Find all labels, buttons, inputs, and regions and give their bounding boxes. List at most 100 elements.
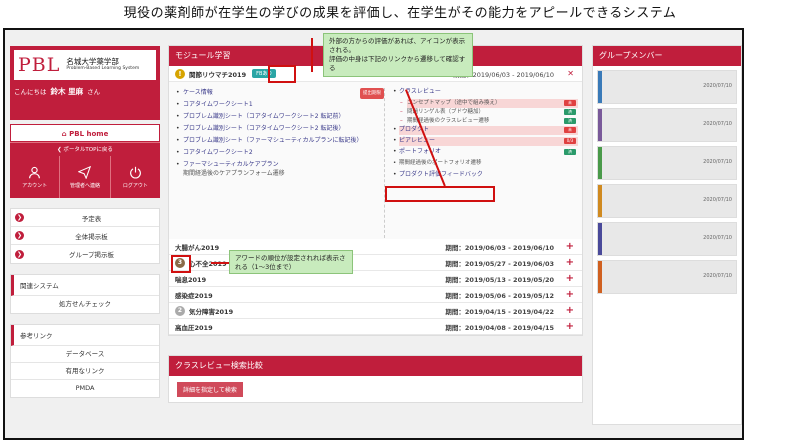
link-pmda[interactable]: PMDA	[11, 380, 159, 397]
account-actions: アカウント 管理者へ連絡 ログアウト	[10, 156, 160, 198]
chevron-right-icon: ❯	[15, 249, 24, 259]
status-badge: 0/3	[564, 138, 576, 144]
link-portfolio-after[interactable]: 期間経過後のポートフォリオ遷移	[393, 159, 578, 168]
nav-item-group-board[interactable]: ❯ グループ掲示板	[11, 245, 159, 263]
product-feedback-highlight	[385, 186, 495, 202]
nav-label: 予定表	[81, 214, 102, 223]
related-system-section: 関連システム 処方せんチェック	[10, 274, 160, 314]
member-card[interactable]: 2020/07/10	[597, 184, 737, 218]
reference-links-section: 参考リンク データベース 有用なリンク PMDA	[10, 324, 160, 398]
sidebar: PBL 名城大学薬学部 Problem-Based Learning Syste…	[10, 46, 160, 398]
member-card[interactable]: 2020/07/10	[597, 108, 737, 142]
status-badge: 済	[564, 149, 576, 155]
section-title: 関連システム	[11, 275, 159, 296]
link-prescription-check[interactable]: 処方せんチェック	[11, 296, 159, 313]
module-period: 期間：2019/05/27 - 2019/06/03	[445, 259, 554, 268]
link-label: ポートフォリオ	[399, 148, 442, 155]
award-rank-icon: 2	[175, 305, 185, 316]
expand-icon[interactable]: +	[566, 257, 574, 268]
status-badge: 未	[564, 100, 576, 106]
logout-button[interactable]: ログアウト	[111, 156, 160, 198]
app-frame: PBL 名城大学薬学部 Problem-Based Learning Syste…	[3, 28, 744, 440]
member-card[interactable]: 2020/07/10	[597, 222, 737, 256]
member-color-bar	[598, 71, 602, 103]
contact-admin-button[interactable]: 管理者へ連絡	[60, 156, 111, 198]
member-date: 2020/07/10	[703, 235, 732, 241]
logout-label: ログアウト	[122, 182, 148, 189]
link-concept-map[interactable]: コンセプトマップ（途中で組み換え） 未	[400, 99, 578, 108]
module-row[interactable]: 2 気分障害2019 期間：2019/04/15 - 2019/04/22 +	[169, 303, 582, 319]
module-title: 高血圧2019	[175, 323, 213, 332]
module-title: 気分障害2019	[189, 307, 234, 316]
detailed-search-button[interactable]: 詳細を指定して検索	[177, 382, 243, 397]
close-icon[interactable]: ✕	[567, 69, 574, 78]
member-color-bar	[598, 185, 602, 217]
module-period: 期間：2019/04/15 - 2019/04/22	[445, 307, 554, 316]
link-useful[interactable]: 有用なリンク	[11, 363, 159, 380]
page-title: 現役の薬剤師が在学生の学びの成果を評価し、在学生がその能力をアピールできるシステ…	[123, 6, 677, 21]
user-name: 鈴木 里麻	[50, 87, 84, 96]
logo-subtitle: Problem-Based Learning System	[66, 65, 140, 71]
link-class-review[interactable]: クラスレビュー	[393, 88, 578, 97]
account-button[interactable]: アカウント	[10, 156, 61, 198]
home-icon: ⌂	[61, 130, 67, 138]
expand-icon[interactable]: +	[566, 321, 574, 332]
portal-top-button[interactable]: ❮ ポータルTOPに戻る	[10, 142, 160, 156]
callout-connector	[211, 262, 231, 264]
member-date: 2020/07/10	[703, 197, 732, 203]
member-card[interactable]: 2020/07/10	[597, 146, 737, 180]
member-card[interactable]: 2020/07/10	[597, 260, 737, 294]
nav-list: ❯ 予定表 ❯ 全体掲示板 ❯ グループ掲示板	[10, 208, 160, 264]
module-period: 期間：2019/05/06 - 2019/05/12	[445, 291, 554, 300]
person-icon	[29, 166, 41, 178]
member-color-bar	[598, 223, 602, 255]
nav-label: グループ掲示板	[68, 251, 115, 259]
member-date: 2020/07/10	[703, 83, 732, 89]
link-coretime-2[interactable]: コアタイムワークシート2	[176, 148, 378, 157]
link-coretime-1[interactable]: コアタイムワークシート1	[176, 100, 378, 109]
expand-icon[interactable]: +	[566, 273, 574, 284]
status-badge: 済	[564, 118, 576, 124]
link-sub: 期間経過後のケアプランフォーム遷移	[183, 170, 285, 177]
module-detail: ケース情報 提出期限 コアタイムワークシート1 プロブレム識別シート（コアタイムワ…	[169, 82, 582, 245]
feedback-badge-highlight	[268, 65, 296, 83]
link-portfolio[interactable]: ポートフォリオ 済	[393, 148, 578, 157]
link-ringer-table[interactable]: 問題リンゲル表（ブドウ糖加） 済	[400, 108, 578, 117]
arrow-left-icon: ❮	[57, 147, 62, 153]
nav-item-schedule[interactable]: ❯ 予定表	[11, 209, 159, 227]
section-title: 参考リンク	[11, 325, 159, 346]
link-label: ケース情報	[183, 89, 213, 96]
module-title: 大腸がん2019	[175, 243, 220, 252]
member-date: 2020/07/10	[703, 121, 732, 127]
chevron-right-icon: ❯	[15, 213, 24, 222]
member-card[interactable]: 2020/07/10	[597, 70, 737, 104]
link-product-feedback[interactable]: プロダクト評価フィードバック	[393, 171, 578, 180]
class-review-search: クラスレビュー検索比較 詳細を指定して検索	[168, 355, 583, 403]
award-callout: アワードの順位が設定されれば表示される（1〜3位まで）	[229, 250, 353, 274]
greeting-prefix: こんにちは	[14, 88, 47, 96]
review-header: クラスレビュー検索比較	[169, 356, 582, 376]
expand-icon[interactable]: +	[566, 305, 574, 316]
link-product[interactable]: プロダクト未	[393, 126, 578, 135]
expand-icon[interactable]: +	[566, 289, 574, 300]
link-database[interactable]: データベース	[11, 346, 159, 363]
chevron-right-icon: ❯	[15, 231, 24, 240]
module-row[interactable]: 高血圧2019 期間：2019/04/08 - 2019/04/15 +	[169, 319, 582, 335]
link-class-review-after[interactable]: 期間経過後のクラスレビュー遷移済	[400, 117, 578, 126]
nav-label: 全体掲示板	[75, 232, 108, 241]
pbl-home-button[interactable]: ⌂ PBL home	[10, 124, 160, 142]
warning-icon: !	[175, 68, 185, 79]
link-case-info[interactable]: ケース情報 提出期限	[176, 88, 384, 99]
contact-admin-label: 管理者へ連絡	[69, 182, 100, 189]
expand-icon[interactable]: +	[566, 241, 574, 252]
link-problem-sheet-before[interactable]: プロブレム識別シート（コアタイムワークシート2 転記前）	[176, 112, 378, 121]
link-problem-sheet-plan[interactable]: プロブレム識別シート（ファーマシューティカルプランに転記後）	[176, 136, 378, 145]
link-care-plan[interactable]: ファーマシューティカルケアプラン期間経過後のケアプランフォーム遷移	[176, 160, 378, 178]
send-icon	[78, 165, 92, 179]
deadline-tag: 提出期限	[360, 88, 384, 99]
logo[interactable]: PBL 名城大学薬学部 Problem-Based Learning Syste…	[14, 50, 156, 80]
module-row[interactable]: 感染症2019 期間：2019/05/06 - 2019/05/12 +	[169, 287, 582, 303]
nav-item-board[interactable]: ❯ 全体掲示板	[11, 227, 159, 245]
link-problem-sheet-after[interactable]: プロブレム識別シート（コアタイムワークシート2 転記後）	[176, 124, 378, 133]
link-label: ピアレビュー	[399, 137, 436, 144]
